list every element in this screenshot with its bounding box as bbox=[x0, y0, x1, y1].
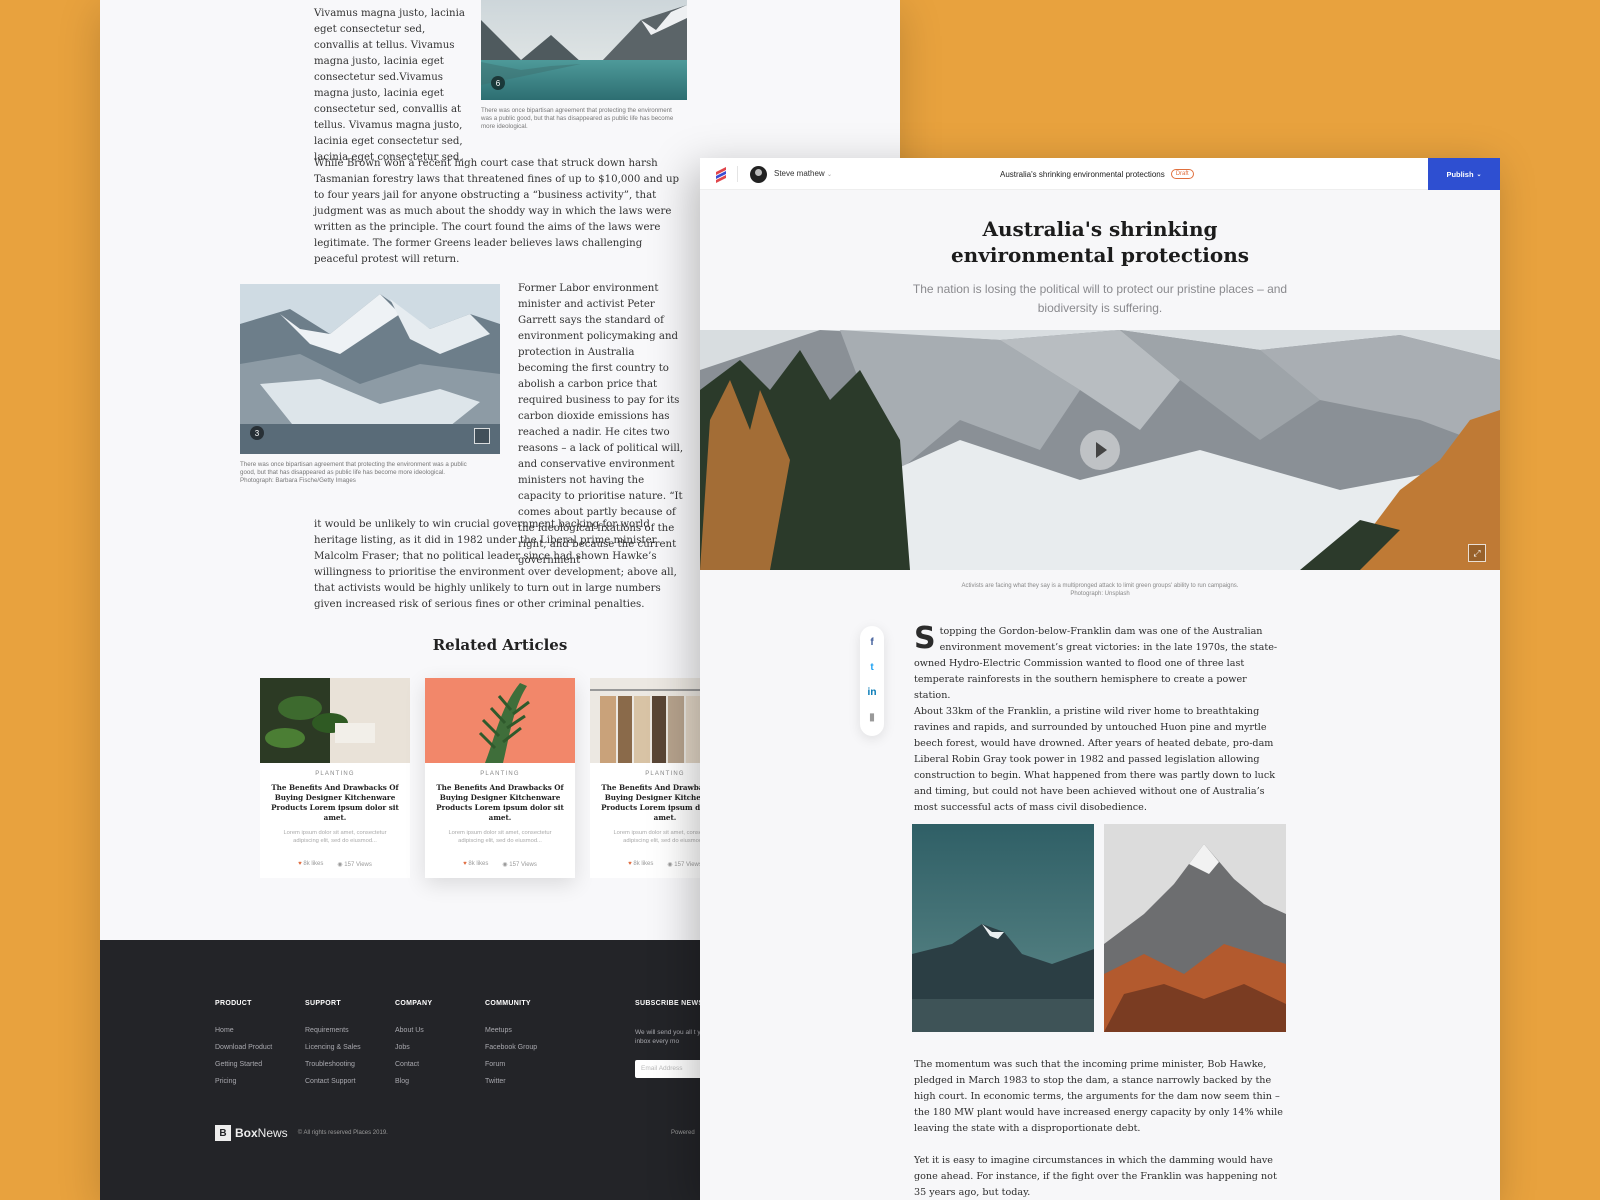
views-count: ◉ 157 Views bbox=[502, 862, 537, 868]
editor-panel: Steve mathew ⌄ Australia's shrinking env… bbox=[700, 158, 1500, 1200]
footer-heading: SUPPORT bbox=[305, 1000, 341, 1007]
editor-topbar: Steve mathew ⌄ Australia's shrinking env… bbox=[700, 158, 1500, 190]
expand-icon[interactable] bbox=[474, 428, 490, 444]
footer-link[interactable]: Home bbox=[215, 1027, 272, 1034]
footer-link[interactable]: Twitter bbox=[485, 1078, 537, 1085]
publish-button[interactable]: Publish ⌄ bbox=[1428, 158, 1500, 190]
gallery-image-right[interactable] bbox=[1104, 824, 1286, 1032]
footer-link[interactable]: Troubleshooting bbox=[305, 1061, 361, 1068]
card-title[interactable]: The Benefits And Drawbacks Of Buying Des… bbox=[433, 783, 567, 823]
footer-link[interactable]: Forum bbox=[485, 1061, 537, 1068]
footer-link[interactable]: About Us bbox=[395, 1027, 432, 1034]
article-standfirst[interactable]: The nation is losing the political will … bbox=[910, 280, 1290, 318]
heart-icon: ♥ bbox=[628, 861, 632, 867]
chevron-down-icon: ⌄ bbox=[826, 172, 832, 178]
chevron-down-icon: ⌄ bbox=[1476, 171, 1482, 178]
footer-link[interactable]: Pricing bbox=[215, 1078, 272, 1085]
bookmark-icon[interactable]: ▮ bbox=[860, 705, 884, 730]
app-logo-icon[interactable] bbox=[714, 166, 728, 184]
footer-link[interactable]: Requirements bbox=[305, 1027, 361, 1034]
body-paragraph: While Brown won a recent high court case… bbox=[314, 158, 680, 265]
footer-column-support: SUPPORT Requirements Licencing & Sales T… bbox=[305, 1000, 361, 1095]
footer-link[interactable]: Contact bbox=[395, 1061, 432, 1068]
hero-caption: Activists are facing what they say is a … bbox=[961, 583, 1239, 597]
twitter-icon[interactable]: t bbox=[860, 655, 884, 680]
card-excerpt: Lorem ipsum dolor sit amet, consectetur … bbox=[448, 830, 552, 844]
related-card[interactable]: PLANTING The Benefits And Drawbacks Of B… bbox=[260, 678, 410, 878]
footer-heading: PRODUCT bbox=[215, 1000, 252, 1007]
gallery-icon[interactable]: 6 bbox=[491, 76, 505, 90]
linkedin-icon[interactable]: in bbox=[860, 680, 884, 705]
document-title: Australia's shrinking environmental prot… bbox=[1000, 169, 1194, 179]
body-paragraph[interactable]: Stopping the Gordon-below-Franklin dam w… bbox=[914, 624, 1286, 704]
footer-link[interactable]: Licencing & Sales bbox=[305, 1044, 361, 1051]
brand-logo-icon: B bbox=[215, 1125, 231, 1141]
heart-icon: ♥ bbox=[463, 861, 467, 867]
footer-column-community: COMMUNITY Meetups Facebook Group Forum T… bbox=[485, 1000, 537, 1095]
expand-icon[interactable]: ⤢ bbox=[1468, 544, 1486, 562]
likes-count[interactable]: ♥ 8k likes bbox=[463, 861, 488, 868]
gallery-icon[interactable]: 3 bbox=[250, 426, 264, 440]
facebook-icon[interactable]: f bbox=[860, 630, 884, 655]
drop-cap: S bbox=[914, 621, 936, 656]
copyright-text: © All rights reserved Places 2019. bbox=[297, 1130, 388, 1136]
likes-count[interactable]: ♥ 8k likes bbox=[298, 861, 323, 868]
card-excerpt: Lorem ipsum dolor sit amet, consectetur … bbox=[283, 830, 387, 844]
body-paragraph: Vivamus magna justo, lacinia eget consec… bbox=[314, 8, 465, 163]
card-category: PLANTING bbox=[315, 771, 355, 777]
footer-link[interactable]: Jobs bbox=[395, 1044, 432, 1051]
heart-icon: ♥ bbox=[298, 861, 302, 867]
likes-count[interactable]: ♥ 8k likes bbox=[628, 861, 653, 868]
status-badge: Draft bbox=[1170, 169, 1194, 179]
brand-name: BoxNews bbox=[235, 1126, 288, 1140]
related-card[interactable]: PLANTING The Benefits And Drawbacks Of B… bbox=[425, 678, 575, 878]
body-paragraph[interactable]: The momentum was such that the incoming … bbox=[914, 1057, 1286, 1137]
article-headline[interactable]: Australia's shrinking environmental prot… bbox=[900, 216, 1300, 268]
divider bbox=[737, 166, 738, 182]
eye-icon: ◉ bbox=[337, 862, 343, 868]
card-title[interactable]: The Benefits And Drawbacks Of Buying Des… bbox=[268, 783, 402, 823]
eye-icon: ◉ bbox=[667, 862, 673, 868]
image-caption: There was once bipartisan agreement that… bbox=[481, 107, 674, 130]
footer-brand[interactable]: B BoxNews © All rights reserved Places 2… bbox=[215, 1125, 388, 1141]
gallery-image-left[interactable] bbox=[912, 824, 1094, 1032]
footer-link[interactable]: Meetups bbox=[485, 1027, 537, 1034]
hero-video[interactable]: ⤢ bbox=[700, 330, 1500, 570]
powered-by-text: Powered bbox=[671, 1130, 695, 1136]
footer-link[interactable]: Blog bbox=[395, 1078, 432, 1085]
card-image bbox=[425, 678, 575, 763]
footer-link[interactable]: Getting Started bbox=[215, 1061, 272, 1068]
footer-link[interactable]: Download Product bbox=[215, 1044, 272, 1051]
lake-image[interactable]: 6 bbox=[481, 0, 687, 100]
footer-link[interactable]: Contact Support bbox=[305, 1078, 361, 1085]
footer-column-company: COMPANY About Us Jobs Contact Blog bbox=[395, 1000, 432, 1095]
footer-link[interactable]: Facebook Group bbox=[485, 1044, 537, 1051]
body-paragraph: it would be unlikely to win crucial gove… bbox=[314, 519, 677, 610]
views-count: ◉ 157 Views bbox=[337, 862, 372, 868]
eye-icon: ◉ bbox=[502, 862, 508, 868]
body-paragraph[interactable]: Yet it is easy to imagine circumstances … bbox=[914, 1153, 1286, 1200]
glacier-image[interactable]: 3 bbox=[240, 284, 500, 454]
body-paragraph[interactable]: About 33km of the Franklin, a pristine w… bbox=[914, 704, 1286, 816]
share-toolbar: f t in ▮ bbox=[860, 626, 884, 736]
card-image bbox=[260, 678, 410, 763]
avatar[interactable] bbox=[750, 166, 767, 183]
card-category: PLANTING bbox=[480, 771, 520, 777]
views-count: ◉ 157 Views bbox=[667, 862, 702, 868]
footer-heading: COMMUNITY bbox=[485, 1000, 531, 1007]
image-caption: There was once bipartisan agreement that… bbox=[240, 461, 467, 484]
user-menu[interactable]: Steve mathew ⌄ bbox=[774, 169, 832, 178]
footer-heading: COMPANY bbox=[395, 1000, 433, 1007]
footer-column-product: PRODUCT Home Download Product Getting St… bbox=[215, 1000, 272, 1095]
play-icon[interactable] bbox=[1080, 430, 1120, 470]
